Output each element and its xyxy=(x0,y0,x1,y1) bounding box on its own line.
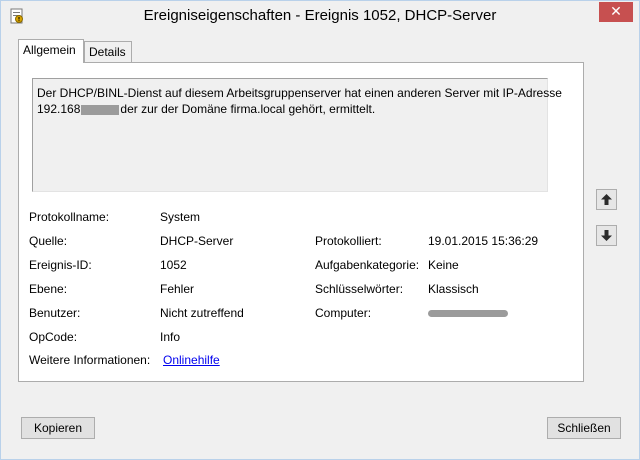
protokollname-value: System xyxy=(160,210,201,224)
general-tab-panel: Der DHCP/BINL-Dienst auf diesem Arbeitsg… xyxy=(18,62,584,382)
protokolliert-value: 19.01.2015 15:36:29 xyxy=(428,234,539,248)
tab-allgemein[interactable]: Allgemein xyxy=(18,39,84,63)
schluesselwoerter-label: Schlüsselwörter: xyxy=(315,282,404,296)
ip-prefix: 192.168 xyxy=(37,102,81,116)
tab-label: Allgemein xyxy=(23,43,76,57)
benutzer-label: Benutzer: xyxy=(29,306,81,320)
close-window-button[interactable]: ✕ xyxy=(599,2,633,22)
computer-label: Computer: xyxy=(315,306,372,320)
schluesselwoerter-value: Klassisch xyxy=(428,282,479,296)
quelle-value: DHCP-Server xyxy=(160,234,234,248)
tab-label: Details xyxy=(89,45,126,59)
ebene-label: Ebene: xyxy=(29,282,68,296)
previous-event-button[interactable] xyxy=(596,189,617,210)
redacted-computer-name xyxy=(428,310,508,317)
benutzer-value: Nicht zutreffend xyxy=(160,306,244,320)
quelle-label: Quelle: xyxy=(29,234,68,248)
ereignis-id-label: Ereignis-ID: xyxy=(29,258,92,272)
event-description[interactable]: Der DHCP/BINL-Dienst auf diesem Arbeitsg… xyxy=(32,78,562,192)
description-line-2: 192.168 der zur der Domäne firma.local ge… xyxy=(37,101,543,117)
opcode-value: Info xyxy=(160,330,181,344)
ebene-value: Fehler xyxy=(160,282,195,296)
protokolliert-label: Protokolliert: xyxy=(315,234,382,248)
close-button[interactable]: Schließen xyxy=(547,417,621,439)
weitere-informationen-label: Weitere Informationen: xyxy=(29,353,151,367)
tab-details[interactable]: Details xyxy=(84,41,132,62)
description-line-1: Der DHCP/BINL-Dienst auf diesem Arbeitsg… xyxy=(37,86,562,100)
event-properties-window: Ereigniseigenschaften - Ereignis 1052, D… xyxy=(0,0,640,460)
description-suffix: der zur der Domäne firma.local gehört, e… xyxy=(120,102,376,116)
aufgabenkategorie-value: Keine xyxy=(428,258,459,272)
ereignis-id-value: 1052 xyxy=(160,258,187,272)
opcode-label: OpCode: xyxy=(29,330,78,344)
onlinehilfe-link[interactable]: Onlinehilfe xyxy=(163,353,220,367)
copy-button[interactable]: Kopieren xyxy=(21,417,95,439)
aufgabenkategorie-label: Aufgabenkategorie: xyxy=(315,258,420,272)
window-title: Ereigniseigenschaften - Ereignis 1052, D… xyxy=(143,7,497,24)
next-event-button[interactable] xyxy=(596,225,617,246)
title-bar[interactable]: Ereigniseigenschaften - Ereignis 1052, D… xyxy=(1,1,639,31)
redacted-ip xyxy=(81,104,120,115)
close-icon: ✕ xyxy=(610,3,622,19)
protokollname-label: Protokollname: xyxy=(29,210,110,224)
